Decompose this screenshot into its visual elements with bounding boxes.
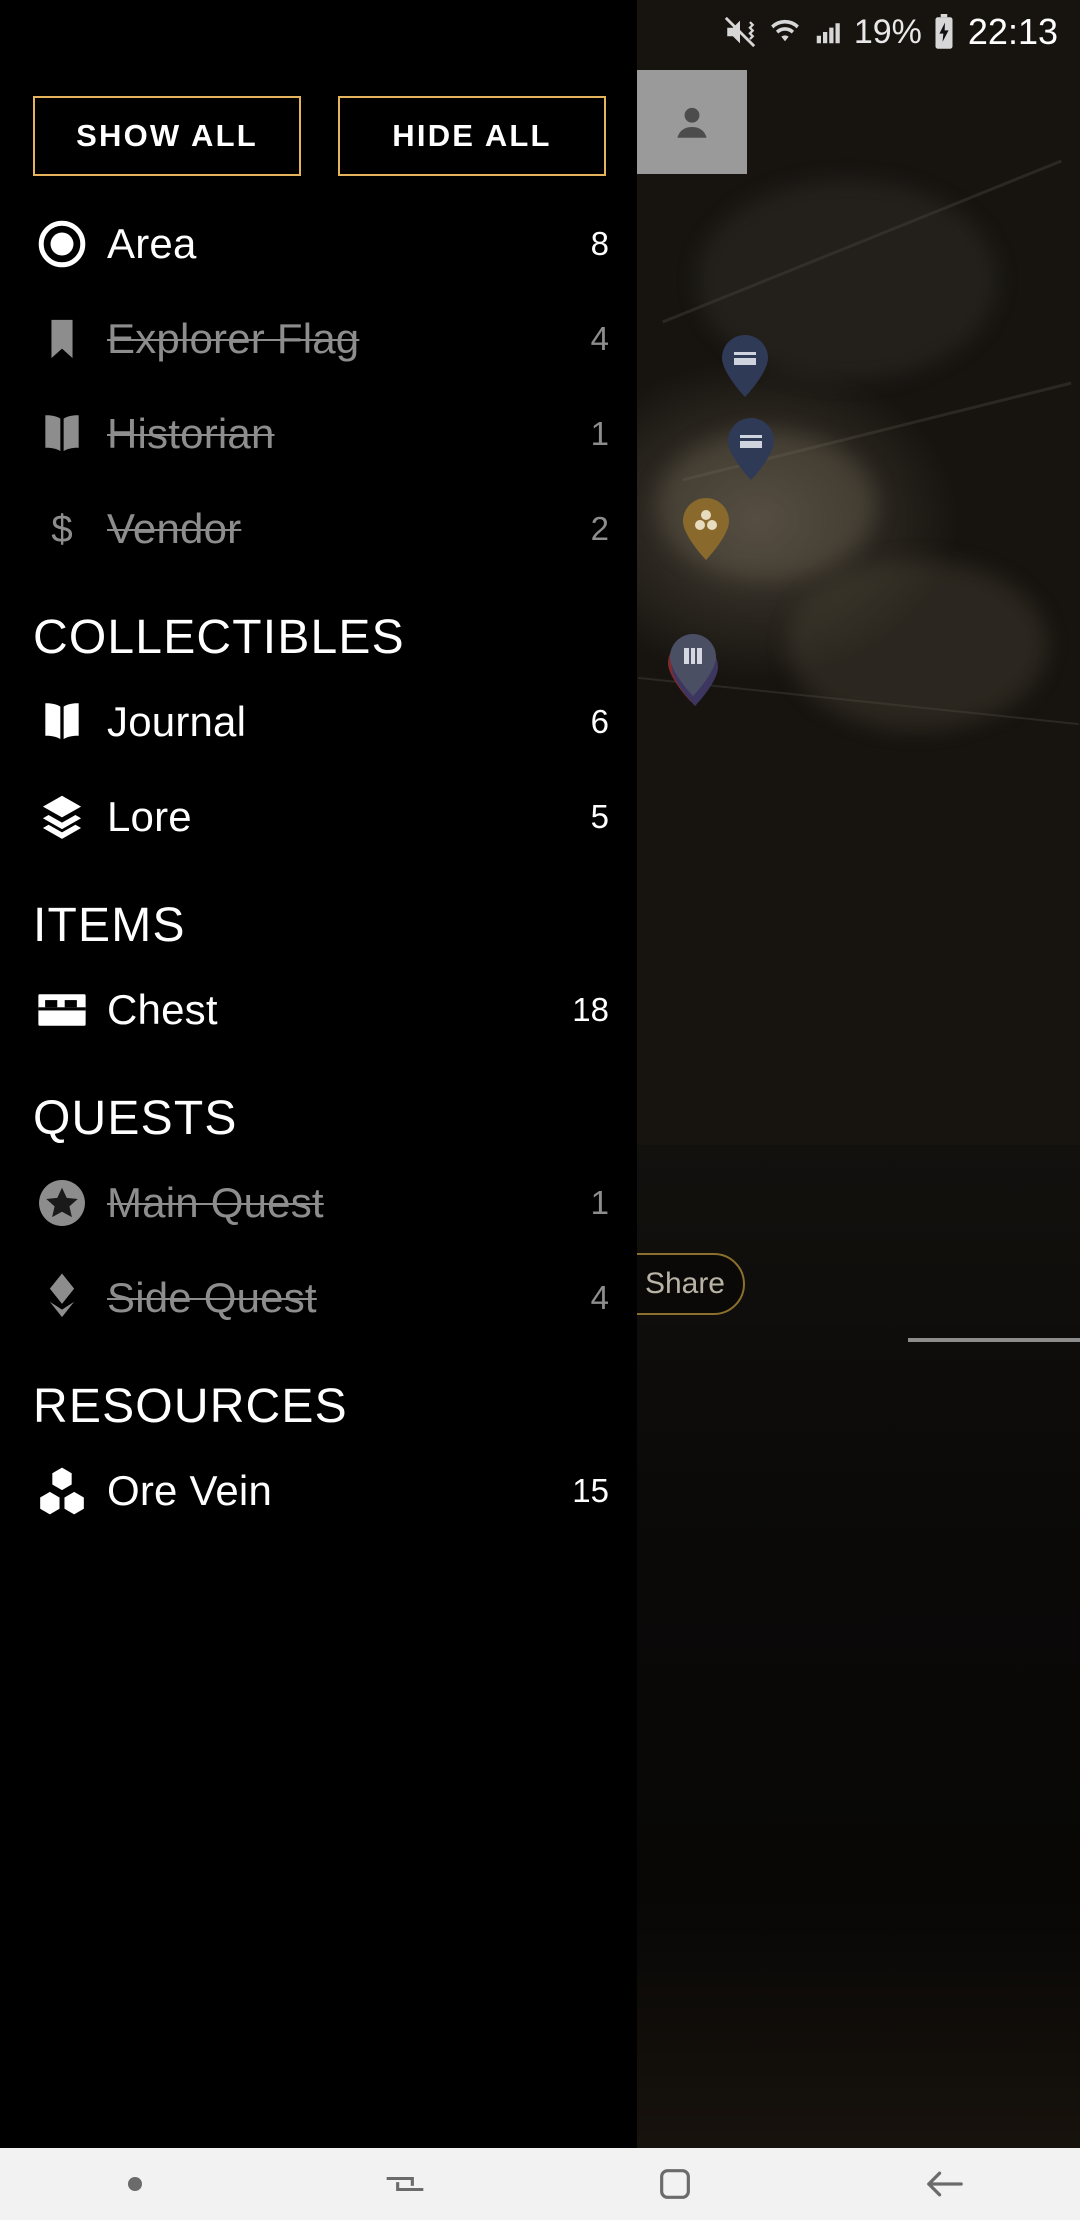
hide-all-button[interactable]: HIDE ALL bbox=[338, 96, 606, 176]
filter-count: 4 bbox=[590, 319, 609, 357]
filter-drawer: SHOW ALL HIDE ALL Area 8 Explorer Flag 4… bbox=[0, 0, 637, 2148]
filter-label: Chest bbox=[107, 985, 218, 1033]
section-header-quests: QUESTS bbox=[0, 1057, 637, 1155]
dollar-sign-icon: $ bbox=[33, 500, 91, 558]
section-label: RESOURCES bbox=[33, 1380, 348, 1433]
filter-label: Main Quest bbox=[107, 1178, 324, 1226]
ore-hexagons-icon bbox=[33, 1462, 91, 1520]
filter-row-area[interactable]: Area 8 bbox=[0, 196, 637, 291]
star-circle-icon bbox=[33, 1174, 91, 1232]
filter-count: 1 bbox=[590, 414, 609, 452]
account-circle-icon bbox=[677, 107, 707, 138]
section-header-items: ITEMS bbox=[0, 864, 637, 962]
filter-label: Side Quest bbox=[107, 1273, 317, 1321]
nav-back-button[interactable] bbox=[810, 2166, 1080, 2202]
circle-dot-icon bbox=[33, 215, 91, 273]
back-arrow-icon bbox=[927, 2171, 963, 2197]
map-pin-gate[interactable] bbox=[670, 634, 716, 696]
map-terrain bbox=[787, 560, 1047, 730]
filter-row-side-quest[interactable]: Side Quest 4 bbox=[0, 1250, 637, 1345]
filter-count: 4 bbox=[590, 1278, 609, 1316]
section-header-collectibles: COLLECTIBLES bbox=[0, 576, 637, 674]
map-divider bbox=[908, 1338, 1080, 1342]
wifi-icon bbox=[768, 15, 802, 49]
map-pin-chest[interactable] bbox=[728, 418, 774, 480]
filter-row-vendor[interactable]: $ Vendor 2 bbox=[0, 481, 637, 576]
filter-label: Vendor bbox=[107, 504, 242, 552]
book-open-icon bbox=[33, 693, 91, 751]
filter-label: Lore bbox=[107, 792, 192, 840]
filter-row-explorer-flag[interactable]: Explorer Flag 4 bbox=[0, 291, 637, 386]
filter-row-lore[interactable]: Lore 5 bbox=[0, 769, 637, 864]
map-pin-chest[interactable] bbox=[722, 335, 768, 397]
filter-label: Explorer Flag bbox=[107, 314, 360, 362]
recents-icon bbox=[386, 2176, 424, 2192]
system-navigation-bar bbox=[0, 2148, 1080, 2220]
bookmark-icon bbox=[33, 310, 91, 368]
nav-home-button[interactable] bbox=[540, 2164, 810, 2204]
mute-vibrate-icon bbox=[723, 15, 757, 49]
status-bar-clock: 22:13 bbox=[967, 11, 1058, 52]
nav-dot-indicator[interactable] bbox=[0, 2177, 270, 2191]
chest-icon bbox=[33, 981, 91, 1039]
filter-count: 2 bbox=[590, 509, 609, 547]
filter-list: Area 8 Explorer Flag 4 Historian 1 $ Ven… bbox=[0, 196, 637, 1538]
filter-label: Historian bbox=[107, 409, 275, 457]
map-pin-ore-vein[interactable] bbox=[683, 498, 729, 560]
home-square-icon bbox=[660, 2169, 690, 2199]
filter-count: 1 bbox=[590, 1183, 609, 1221]
status-bar: 19% 22:13 bbox=[0, 0, 1080, 64]
filter-count: 6 bbox=[590, 702, 609, 740]
show-all-button[interactable]: SHOW ALL bbox=[33, 96, 301, 176]
filter-count: 15 bbox=[572, 1471, 609, 1509]
section-header-resources: RESOURCES bbox=[0, 1345, 637, 1443]
battery-charging-icon bbox=[933, 14, 955, 50]
svg-text:$: $ bbox=[51, 507, 72, 550]
drawer-action-buttons: SHOW ALL HIDE ALL bbox=[0, 96, 637, 176]
section-label: QUESTS bbox=[33, 1092, 238, 1145]
avatar[interactable] bbox=[637, 70, 747, 174]
filter-row-journal[interactable]: Journal 6 bbox=[0, 674, 637, 769]
filter-row-historian[interactable]: Historian 1 bbox=[0, 386, 637, 481]
share-button-label: Share bbox=[644, 1267, 725, 1300]
section-label: COLLECTIBLES bbox=[33, 611, 405, 664]
nav-recents-button[interactable] bbox=[270, 2169, 540, 2199]
dot-indicator-icon bbox=[128, 2177, 142, 2191]
filter-label: Area bbox=[107, 219, 197, 267]
filter-count: 8 bbox=[590, 224, 609, 262]
filter-label: Ore Vein bbox=[107, 1466, 273, 1514]
layers-icon bbox=[33, 788, 91, 846]
book-open-icon bbox=[33, 405, 91, 463]
filter-row-ore-vein[interactable]: Ore Vein 15 bbox=[0, 1443, 637, 1538]
filter-count: 5 bbox=[590, 797, 609, 835]
filter-label: Journal bbox=[107, 697, 247, 745]
filter-row-main-quest[interactable]: Main Quest 1 bbox=[0, 1155, 637, 1250]
screen-root: Share 19% 22:13 SHOW ALL HIDE ALL Area 8… bbox=[0, 0, 1080, 2220]
section-label: ITEMS bbox=[33, 899, 186, 952]
cellular-signal-icon bbox=[813, 15, 843, 49]
battery-percent: 19% bbox=[853, 13, 922, 51]
diamond-chevron-icon bbox=[33, 1269, 91, 1327]
filter-count: 18 bbox=[572, 990, 609, 1028]
filter-row-chest[interactable]: Chest 18 bbox=[0, 962, 637, 1057]
